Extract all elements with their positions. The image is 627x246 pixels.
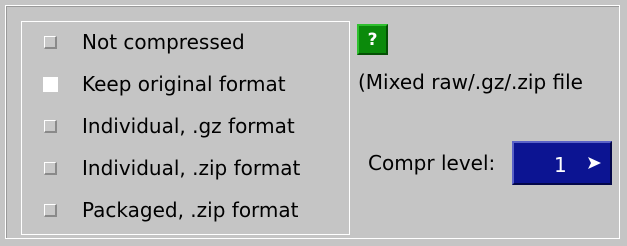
help-button[interactable]: ? — [357, 24, 388, 55]
compression-level-selector[interactable]: 1 — [512, 141, 612, 185]
option-individual-gz[interactable]: Individual, .gz format — [44, 111, 344, 141]
option-not-compressed[interactable]: Not compressed — [44, 27, 344, 57]
checkbox-icon[interactable] — [44, 203, 57, 217]
checkbox-icon[interactable] — [44, 35, 57, 49]
compression-level-value: 1 — [554, 153, 567, 177]
option-label: Keep original format — [82, 72, 286, 96]
compression-level-label: Compr level: — [368, 151, 496, 175]
option-keep-original-format[interactable]: Keep original format — [43, 69, 344, 99]
checkbox-icon[interactable] — [44, 161, 57, 175]
mixed-format-note: (Mixed raw/.gz/.zip file — [358, 70, 583, 94]
checkbox-icon[interactable] — [44, 119, 57, 133]
option-label: Packaged, .zip format — [82, 198, 299, 222]
arrow-right-icon[interactable] — [586, 155, 602, 171]
option-label: Individual, .gz format — [82, 114, 295, 138]
checkbox-checked-icon[interactable] — [43, 76, 58, 92]
option-individual-zip[interactable]: Individual, .zip format — [44, 153, 344, 183]
option-label: Not compressed — [82, 30, 245, 54]
compression-options-panel: Not compressed Keep original format Indi… — [21, 21, 350, 235]
option-label: Individual, .zip format — [82, 156, 301, 180]
option-packaged-zip[interactable]: Packaged, .zip format — [44, 195, 344, 225]
